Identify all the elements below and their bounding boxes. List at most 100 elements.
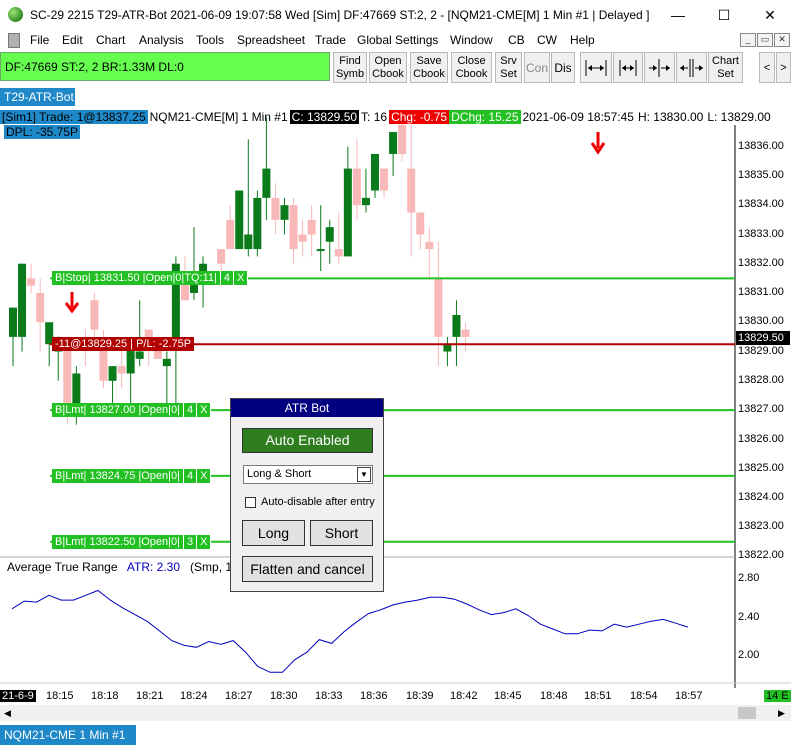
candle-down [425,241,434,250]
order-text: B|Lmt| 13824.75 |Open|0| [52,469,184,483]
time-tick: 18:51 [584,690,612,702]
order-cancel-button[interactable]: X [197,469,212,483]
menu-analysis[interactable]: Analysis [139,33,184,47]
scroll-right-button[interactable] [676,52,707,83]
price-tick: 13826.00 [738,433,784,445]
toolbar-scroll-left-button[interactable]: < [759,52,775,83]
close-button[interactable]: ✕ [750,2,790,28]
candle-down [380,168,389,191]
order-text: B|Lmt| 13822.50 |Open|0| [52,535,184,549]
menu-trade[interactable]: Trade [315,33,346,47]
menu-cw[interactable]: CW [537,33,557,47]
chart-info-bar: [Sim1] Trade: 1@13837.25 NQM21-CME[M] 1 M… [0,110,773,124]
short-button[interactable]: Short [310,520,373,546]
sim-trade-label: [Sim1] Trade: 1@13837.25 [0,110,148,124]
menu-tools[interactable]: Tools [196,33,224,47]
menu-window[interactable]: Window [450,33,493,47]
disconnect-button[interactable]: Dis [551,52,575,83]
toolbar-scroll-right-button[interactable]: > [776,52,791,83]
chart-settings-button[interactable]: Chart Set [708,52,743,83]
mdi-close-icon[interactable]: ✕ [774,33,790,47]
daily-change-label: DChg: 15.25 [449,110,521,124]
candle-down [36,292,45,323]
mdi-restore-icon[interactable]: ▭ [757,33,773,47]
chart-window-icon[interactable] [8,33,20,48]
candle-up [280,205,289,220]
order-qty[interactable]: 4 [184,403,198,417]
expand-bars-button[interactable] [580,52,612,83]
menu-edit[interactable]: Edit [62,33,83,47]
chevron-down-icon[interactable]: ▼ [357,467,371,482]
horizontal-scrollbar[interactable]: ◀ ▶ [0,705,791,721]
chart-set-line1: Chart [712,55,739,67]
time-tick: 18:54 [630,690,658,702]
price-tick: 13834.00 [738,198,784,210]
atr-tick: 2.40 [738,611,760,623]
order-qty[interactable]: 3 [184,535,198,549]
long-button[interactable]: Long [242,520,305,546]
menu-cb[interactable]: CB [508,33,525,47]
maximize-button[interactable]: ☐ [704,2,744,28]
candle-up [262,168,271,198]
flatten-and-cancel-button[interactable]: Flatten and cancel [242,556,373,582]
time-tick: 18:39 [406,690,434,702]
scroll-left-arrow-icon[interactable]: ◀ [4,708,11,719]
order-cancel-button[interactable]: X [197,535,212,549]
menu-global-settings[interactable]: Global Settings [357,33,438,47]
candle-up [371,153,379,191]
price-tick: 13835.00 [738,169,784,181]
candle-up [135,351,144,359]
mdi-minimize-icon[interactable]: _ [740,33,756,47]
order-qty[interactable]: 4 [184,469,198,483]
close-price-label: C: 13829.50 [289,110,360,124]
candle-down [298,234,307,242]
minimize-button[interactable]: — [658,2,698,28]
time-tick: 18:33 [315,690,343,702]
srv-set-line1: Srv [500,55,517,67]
menu-chart[interactable]: Chart [96,33,125,47]
candle-down [307,219,316,235]
price-tick: 13829.00 [738,345,784,357]
candle-down [434,278,443,337]
status-text: DF:47669 ST:2, 2 BR:1.33M DL:0 [5,60,184,74]
save-cbook-line2: Cbook [413,68,445,80]
close-cbook-button[interactable]: Close Cbook [451,52,492,83]
compress-bars-button[interactable] [613,52,643,83]
order-cancel-button[interactable]: X [234,271,249,285]
atr-study-value: ATR: 2.30 [126,560,181,574]
connect-button[interactable]: Con [524,52,550,83]
scrollbar-thumb[interactable] [738,707,756,719]
menu-bar: File Edit Chart Analysis Tools Spreadshe… [0,31,791,50]
position-label[interactable]: -11@13829.25 | P/L: -2.75P [52,337,195,351]
open-cbook-button[interactable]: Open Cbook [369,52,407,83]
scroll-right-arrow-icon[interactable]: ▶ [778,708,785,719]
server-settings-button[interactable]: Srv Set [495,52,522,83]
auto-disable-checkbox[interactable] [245,497,256,508]
chart-tab[interactable]: T29-ATR-Bot [0,88,75,106]
price-tick: 13828.00 [738,374,784,386]
find-symbol-button[interactable]: Find Symb [333,52,367,83]
chart-bottom-tab[interactable]: NQM21-CME 1 Min #1 [0,725,136,745]
order-label-stop[interactable]: B|Stop| 13831.50 |Open|0|TQ:11| 4 X [52,271,249,285]
mode-select[interactable]: Long & Short ▼ [243,465,373,484]
scroll-left-button[interactable] [644,52,675,83]
order-cancel-button[interactable]: X [197,403,212,417]
time-tick: 18:48 [540,690,568,702]
candle-down [27,278,36,286]
menu-file[interactable]: File [30,33,49,47]
price-tick: 13822.00 [738,549,784,561]
candle-up [108,366,117,381]
time-tick: 18:18 [91,690,119,702]
order-label-limit-1[interactable]: B|Lmt| 13827.00 |Open|0| 4 X [52,403,212,417]
order-label-limit-2[interactable]: B|Lmt| 13824.75 |Open|0| 4 X [52,469,212,483]
price-tick: 13823.00 [738,520,784,532]
menu-spreadsheet[interactable]: Spreadsheet [237,33,305,47]
save-cbook-button[interactable]: Save Cbook [410,52,448,83]
menu-help[interactable]: Help [570,33,595,47]
high-label: H: 13830.00 [637,110,704,124]
price-tick: 13827.00 [738,403,784,415]
scroll-left-icon [649,59,670,77]
auto-enabled-button[interactable]: Auto Enabled [242,428,373,453]
order-qty[interactable]: 4 [221,271,235,285]
order-label-limit-3[interactable]: B|Lmt| 13822.50 |Open|0| 3 X [52,535,212,549]
